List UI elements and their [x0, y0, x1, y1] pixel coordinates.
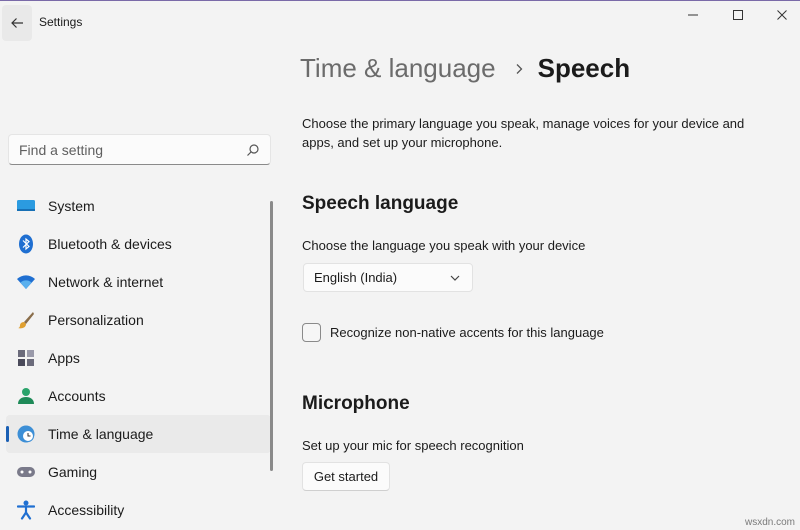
bluetooth-icon — [16, 234, 36, 254]
sidebar-item-accessibility[interactable]: Accessibility — [6, 491, 271, 529]
breadcrumb-parent[interactable]: Time & language — [300, 53, 496, 84]
get-started-button[interactable]: Get started — [302, 462, 390, 491]
sidebar-item-apps[interactable]: Apps — [6, 339, 271, 377]
arrow-left-icon — [11, 18, 23, 28]
speech-language-description: Choose the language you speak with your … — [302, 238, 586, 253]
sidebar-item-label: Gaming — [48, 464, 98, 480]
minimize-button[interactable] — [675, 5, 711, 25]
microphone-heading: Microphone — [302, 393, 410, 414]
sidebar-item-label: Personalization — [48, 312, 144, 328]
search-input[interactable] — [19, 141, 246, 158]
breadcrumb: Time & language Speech — [300, 53, 630, 84]
sidebar-item-network[interactable]: Network & internet — [6, 263, 271, 301]
person-icon — [16, 386, 36, 406]
maximize-icon — [733, 10, 743, 20]
sidebar-nav: System Bluetooth & devices Network & int… — [6, 187, 271, 529]
brush-icon — [16, 310, 36, 330]
sidebar-item-accounts[interactable]: Accounts — [6, 377, 271, 415]
sidebar-item-label: Bluetooth & devices — [48, 236, 172, 252]
close-icon — [777, 10, 787, 20]
speech-language-heading: Speech language — [302, 193, 459, 214]
sidebar-item-label: Apps — [48, 350, 80, 366]
microphone-description: Set up your mic for speech recognition — [302, 438, 524, 453]
settings-window: Settings System Bluetooth & devices — [0, 0, 800, 530]
system-icon — [16, 196, 36, 216]
accent-checkbox-row[interactable]: Recognize non-native accents for this la… — [302, 323, 604, 342]
sidebar-item-bluetooth[interactable]: Bluetooth & devices — [6, 225, 271, 263]
sidebar-item-personalization[interactable]: Personalization — [6, 301, 271, 339]
watermark: wsxdn.com — [745, 517, 796, 528]
search-icon[interactable] — [246, 143, 260, 157]
speech-language-selected: English (India) — [314, 270, 398, 285]
sidebar-item-label: System — [48, 198, 95, 214]
accent-checkbox[interactable] — [302, 323, 321, 342]
accessibility-icon — [16, 500, 36, 520]
accent-checkbox-label: Recognize non-native accents for this la… — [330, 325, 604, 340]
maximize-button[interactable] — [720, 5, 756, 25]
page-description: Choose the primary language you speak, m… — [302, 116, 745, 150]
sidebar-item-system[interactable]: System — [6, 187, 271, 225]
sidebar-item-label: Network & internet — [48, 274, 164, 290]
wifi-icon — [16, 272, 36, 292]
sidebar-item-gaming[interactable]: Gaming — [6, 453, 271, 491]
sidebar-item-time-language[interactable]: Time & language — [6, 415, 271, 453]
gamepad-icon — [16, 462, 36, 482]
sidebar-scrollbar[interactable] — [270, 201, 273, 471]
search-box[interactable] — [8, 134, 271, 165]
back-button[interactable] — [2, 5, 32, 41]
sidebar-item-label: Accounts — [48, 388, 106, 404]
speech-language-dropdown[interactable]: English (India) — [303, 263, 473, 292]
chevron-right-icon — [514, 63, 524, 75]
sidebar-item-label: Accessibility — [48, 502, 125, 518]
globe-clock-icon — [16, 424, 36, 444]
minimize-icon — [688, 14, 698, 16]
chevron-down-icon — [450, 275, 460, 281]
close-button[interactable] — [764, 5, 800, 25]
sidebar-item-label: Time & language — [48, 426, 154, 442]
page-title: Speech — [537, 53, 631, 83]
apps-icon — [16, 348, 36, 368]
app-title: Settings — [39, 15, 83, 29]
